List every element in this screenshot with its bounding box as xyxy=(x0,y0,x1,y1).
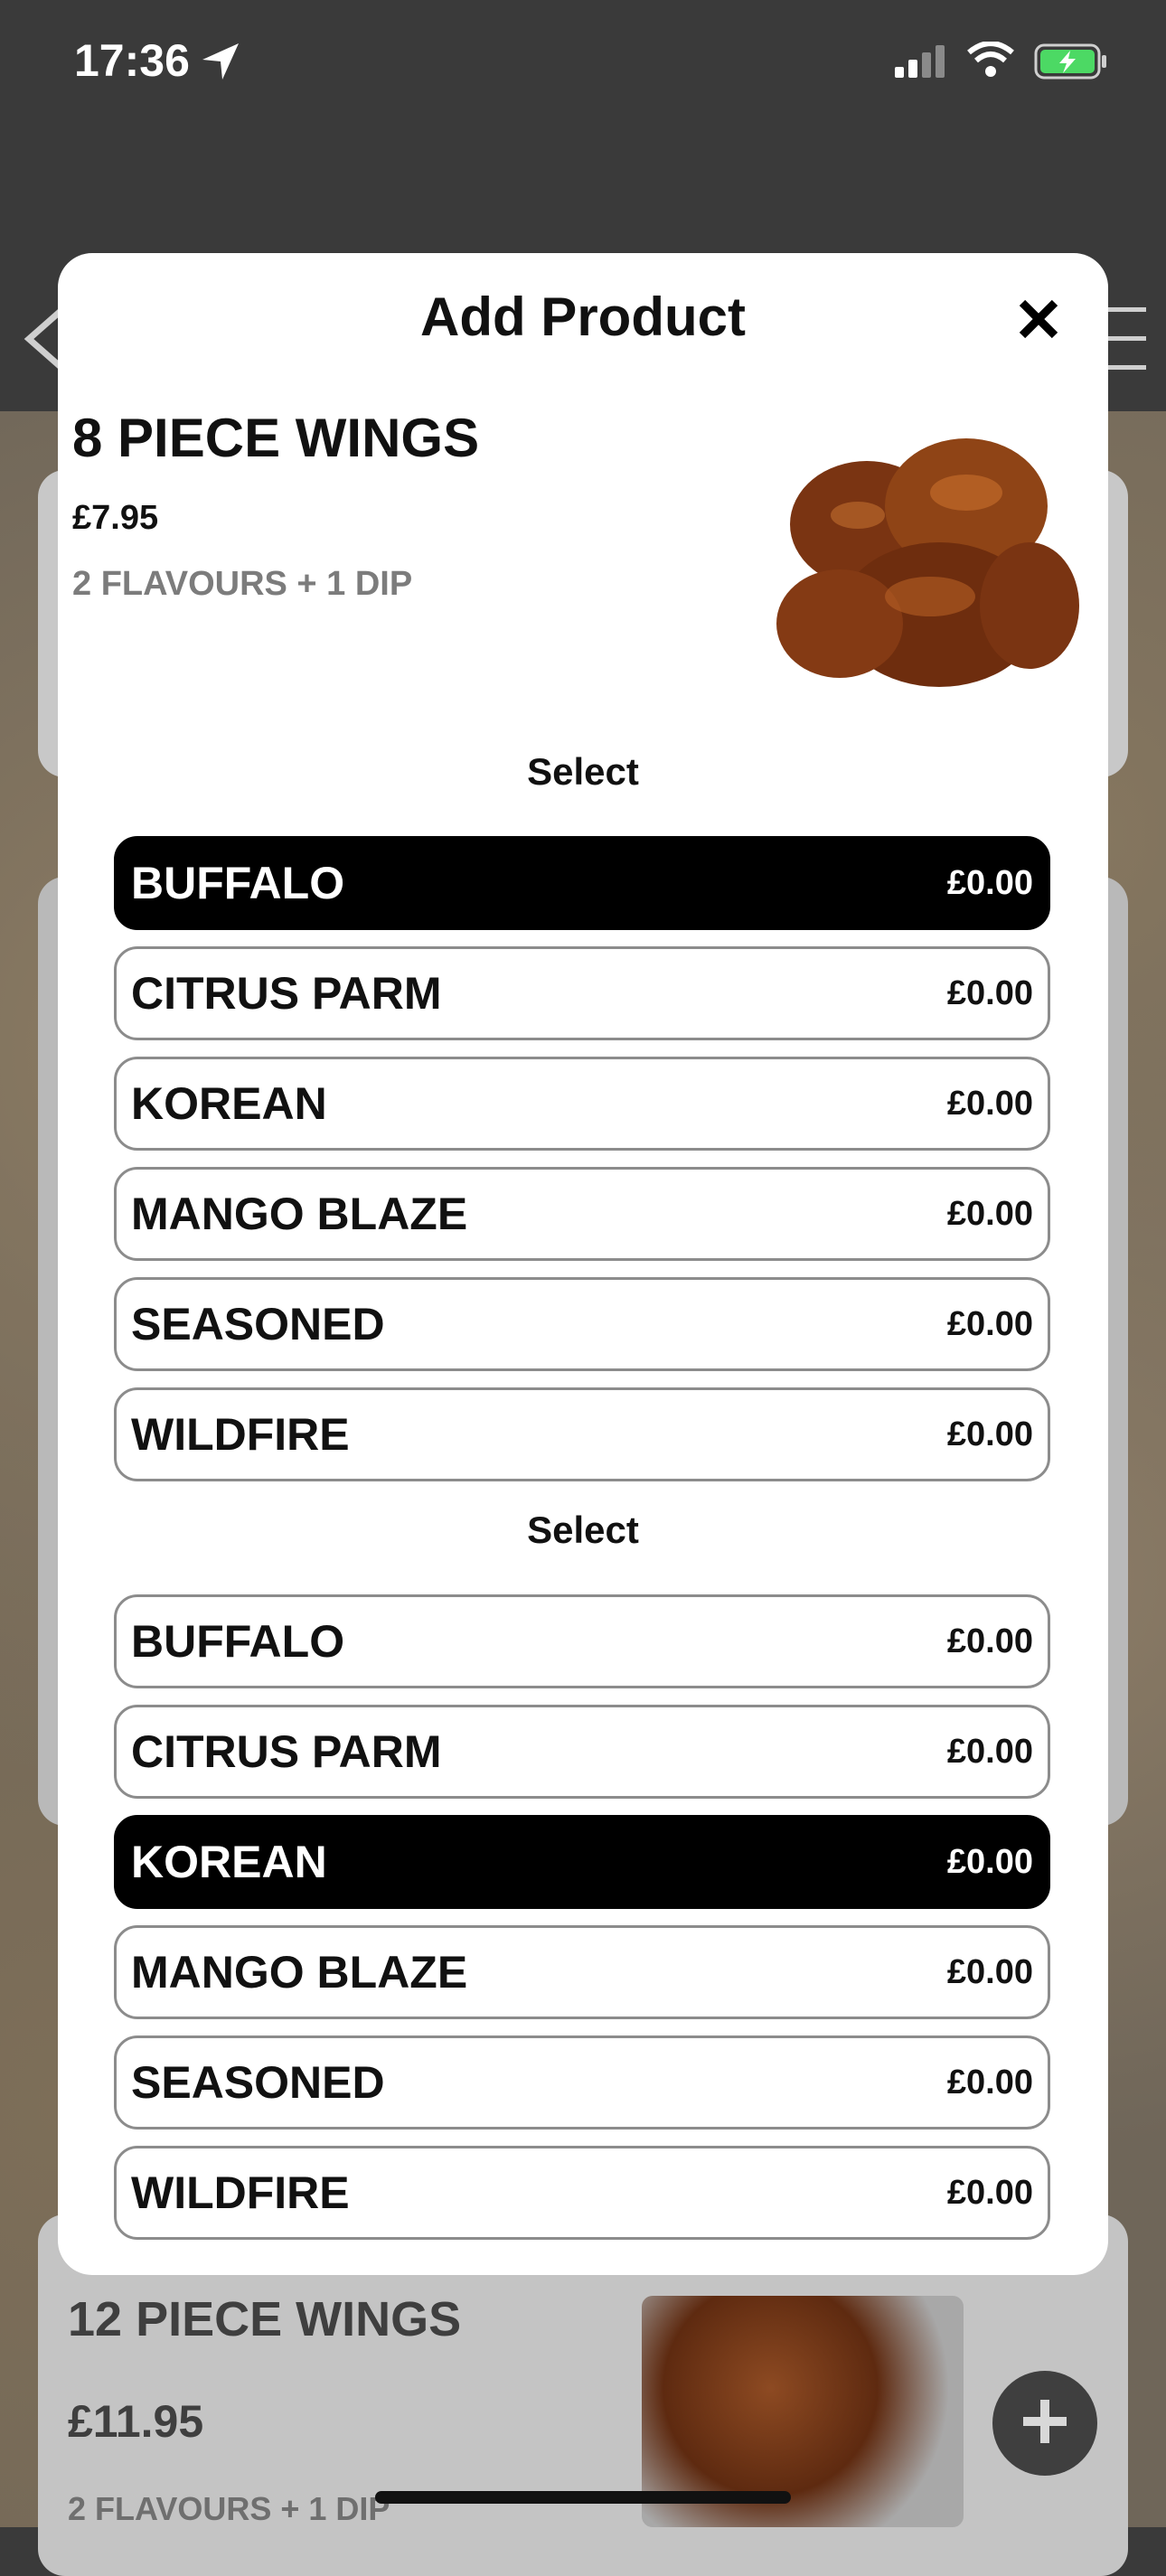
flavour-option-mango-blaze[interactable]: MANGO BLAZE £0.00 xyxy=(114,1925,1050,2019)
close-icon xyxy=(1017,297,1060,344)
option-name: CITRUS PARM xyxy=(131,968,442,1019)
option-price: £0.00 xyxy=(946,1952,1033,1991)
option-price: £0.00 xyxy=(946,1732,1033,1771)
background-product-price: £11.95 xyxy=(68,2396,204,2447)
flavour-option-citrus-parm[interactable]: CITRUS PARM £0.00 xyxy=(114,1705,1050,1799)
option-price: £0.00 xyxy=(946,1622,1033,1660)
option-price: £0.00 xyxy=(946,2173,1033,2212)
status-bar: 17:36 xyxy=(0,0,1166,127)
option-name: SEASONED xyxy=(131,1299,385,1349)
add-product-modal: Add Product 8 PIECE WINGS £7.95 2 FLAVOU… xyxy=(58,253,1108,2275)
flavour-option-citrus-parm[interactable]: CITRUS PARM £0.00 xyxy=(114,946,1050,1040)
flavour-option-korean[interactable]: KOREAN £0.00 xyxy=(114,1057,1050,1151)
option-price: £0.00 xyxy=(946,1842,1033,1881)
home-indicator[interactable] xyxy=(375,2491,791,2504)
product-image xyxy=(758,407,1084,714)
battery-charging-icon xyxy=(1034,43,1108,83)
wifi-icon xyxy=(967,41,1014,81)
background-product-description: 2 FLAVOURS + 1 DIP xyxy=(68,2490,390,2527)
flavour-option-mango-blaze[interactable]: MANGO BLAZE £0.00 xyxy=(114,1167,1050,1261)
location-arrow-icon xyxy=(201,42,240,85)
add-to-cart-button[interactable] xyxy=(992,2371,1097,2476)
select-group-label: Select xyxy=(527,1509,639,1551)
option-price: £0.00 xyxy=(946,1415,1033,1453)
close-button[interactable] xyxy=(1007,289,1070,353)
flavour-option-wildfire[interactable]: WILDFIRE £0.00 xyxy=(114,2146,1050,2240)
option-name: BUFFALO xyxy=(131,1616,345,1667)
signal-icon xyxy=(895,45,945,81)
product-price: £7.95 xyxy=(72,499,159,537)
option-name: KOREAN xyxy=(131,1078,327,1129)
option-name: SEASONED xyxy=(131,2057,385,2108)
option-name: WILDFIRE xyxy=(131,2167,350,2218)
plus-icon xyxy=(1020,2396,1070,2450)
product-name: 8 PIECE WINGS xyxy=(72,408,480,468)
option-name: CITRUS PARM xyxy=(131,1726,442,1777)
flavour-option-buffalo[interactable]: BUFFALO £0.00 xyxy=(114,836,1050,930)
background-product-title: 12 PIECE WINGS xyxy=(68,2292,462,2346)
modal-title: Add Product xyxy=(420,287,746,347)
flavour-option-seasoned[interactable]: SEASONED £0.00 xyxy=(114,2035,1050,2129)
flavour-option-wildfire[interactable]: WILDFIRE £0.00 xyxy=(114,1387,1050,1481)
option-price: £0.00 xyxy=(946,1084,1033,1123)
option-name: WILDFIRE xyxy=(131,1409,350,1460)
select-group-label: Select xyxy=(527,750,639,793)
status-time: 17:36 xyxy=(74,35,190,86)
product-description: 2 FLAVOURS + 1 DIP xyxy=(72,565,413,603)
option-price: £0.00 xyxy=(946,2063,1033,2101)
option-name: MANGO BLAZE xyxy=(131,1189,468,1239)
option-name: MANGO BLAZE xyxy=(131,1947,468,1998)
flavour-option-seasoned[interactable]: SEASONED £0.00 xyxy=(114,1277,1050,1371)
option-price: £0.00 xyxy=(946,1194,1033,1233)
option-price: £0.00 xyxy=(946,973,1033,1012)
option-price: £0.00 xyxy=(946,863,1033,902)
option-price: £0.00 xyxy=(946,1304,1033,1343)
flavour-option-korean[interactable]: KOREAN £0.00 xyxy=(114,1815,1050,1909)
flavour-option-buffalo[interactable]: BUFFALO £0.00 xyxy=(114,1594,1050,1688)
option-name: KOREAN xyxy=(131,1837,327,1887)
option-name: BUFFALO xyxy=(131,858,345,908)
